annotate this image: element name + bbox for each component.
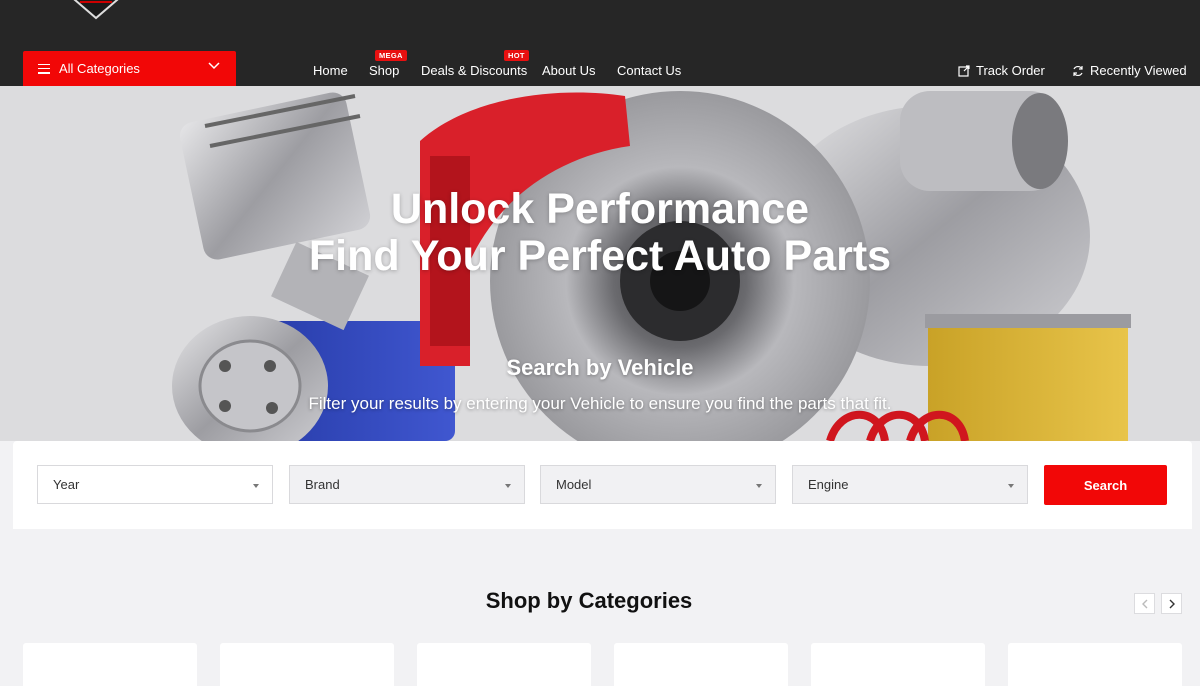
nav-shop-label: Shop [369, 63, 400, 78]
recently-viewed-label: Recently Viewed [1090, 63, 1187, 78]
logo-icon[interactable] [66, 0, 126, 20]
hero-title-line1: Unlock Performance [390, 185, 810, 233]
nav-deals-label: Deals & Discounts [421, 63, 528, 78]
brand-select[interactable]: Brand [289, 465, 525, 504]
all-categories-button[interactable]: All Categories [23, 51, 236, 86]
vehicle-search-panel: Year Brand Model Engine Search [13, 441, 1192, 529]
caret-down-icon [505, 484, 511, 488]
nav-contact[interactable]: Contact Us [617, 63, 681, 78]
chevron-right-icon [1169, 599, 1175, 608]
nav-about-label: About Us [542, 63, 596, 78]
carousel-next-button[interactable] [1161, 593, 1182, 614]
engine-select-label: Engine [808, 477, 849, 492]
recently-viewed-link[interactable]: Recently Viewed [1072, 63, 1187, 78]
top-header: All Categories Home MEGA Shop HOT Deals … [0, 0, 1200, 86]
category-card[interactable] [417, 643, 591, 686]
engine-select[interactable]: Engine [792, 465, 1028, 504]
mega-badge: MEGA [375, 50, 407, 61]
chevron-left-icon [1141, 599, 1147, 608]
category-card[interactable] [811, 643, 985, 686]
nav-contact-label: Contact Us [617, 63, 682, 78]
external-link-icon [958, 64, 970, 77]
model-select-label: Model [556, 477, 592, 492]
search-by-vehicle-description: Filter your results by entering your Veh… [308, 394, 892, 413]
hero-title-line2: Find Your Perfect Auto Parts [308, 232, 892, 280]
track-order-label: Track Order [976, 63, 1045, 78]
year-select[interactable]: Year [37, 465, 273, 504]
nav-home-label: Home [313, 63, 348, 78]
hamburger-icon [38, 63, 50, 74]
model-select[interactable]: Model [540, 465, 776, 504]
hot-badge: HOT [504, 50, 529, 61]
search-button[interactable]: Search [1044, 465, 1167, 505]
all-categories-label: All Categories [59, 61, 140, 76]
nav-about[interactable]: About Us [542, 63, 595, 78]
category-card[interactable] [614, 643, 788, 686]
search-by-vehicle-heading: Search by Vehicle [506, 355, 694, 380]
caret-down-icon [1008, 484, 1014, 488]
nav-shop[interactable]: MEGA Shop [369, 50, 407, 78]
category-card[interactable] [1008, 643, 1182, 686]
brand-select-label: Brand [305, 477, 340, 492]
caret-down-icon [756, 484, 762, 488]
carousel-prev-button[interactable] [1134, 593, 1155, 614]
hero-banner: Unlock Performance Find Your Perfect Aut… [0, 86, 1200, 441]
category-card[interactable] [23, 643, 197, 686]
nav-home[interactable]: Home [313, 63, 348, 78]
track-order-link[interactable]: Track Order [958, 63, 1045, 78]
refresh-icon [1073, 65, 1083, 76]
year-select-label: Year [53, 477, 80, 492]
chevron-down-icon [208, 62, 220, 70]
caret-down-icon [253, 484, 259, 488]
shop-by-categories-heading: Shop by Categories [485, 588, 693, 613]
category-card[interactable] [220, 643, 394, 686]
nav-deals[interactable]: HOT Deals & Discounts [421, 50, 529, 78]
